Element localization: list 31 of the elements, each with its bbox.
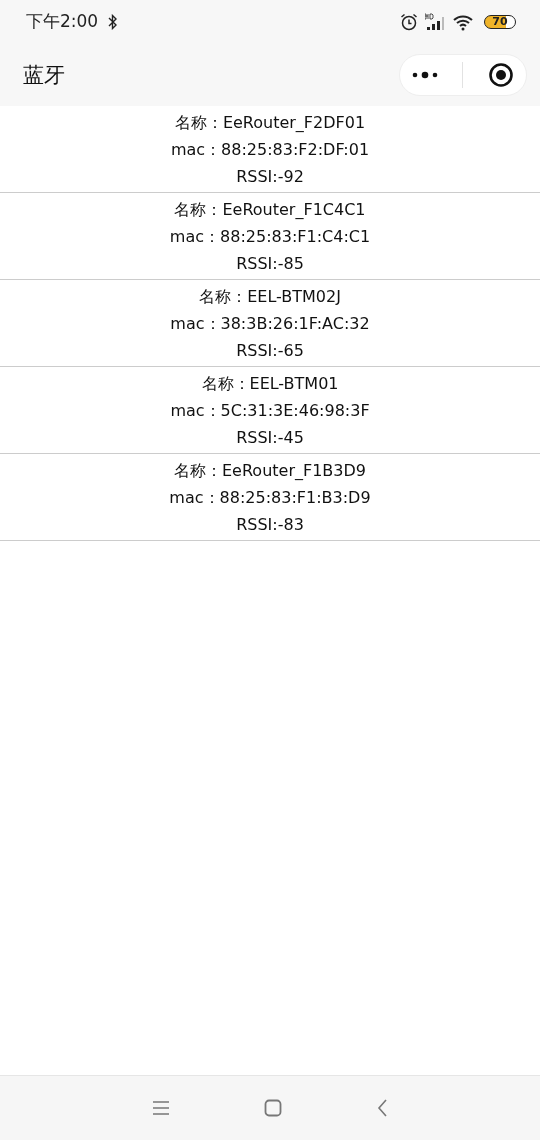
signal-icon [424, 12, 446, 31]
device-rssi: RSSI:-65 [236, 340, 304, 362]
device-item[interactable]: 名称：EeRouter_F2DF01 mac：88:25:83:F2:DF:01 RSSI:-92 [0, 106, 540, 193]
device-name: 名称：EEL-BTM01 [201, 373, 339, 395]
device-rssi: RSSI:-85 [236, 253, 304, 275]
device-mac: mac：88:25:83:F2:DF:01 [170, 139, 370, 161]
device-item[interactable]: 名称：EeRouter_F1B3D9 mac：88:25:83:F1:B3:D9 RSSI:-83 [0, 454, 540, 541]
device-rssi: RSSI:-92 [236, 166, 304, 188]
device-mac: mac：88:25:83:F1:C4:C1 [169, 226, 371, 248]
bluetooth-icon [108, 13, 119, 30]
device-mac: mac：5C:31:3E:46:98:3F [170, 400, 370, 422]
status-time: 下午2:00 [26, 10, 99, 33]
device-name: 名称：EEL-BTM02J [199, 286, 341, 308]
device-name: 名称：EeRouter_F2DF01 [174, 112, 366, 134]
device-name: 名称：EeRouter_F1B3D9 [174, 460, 366, 482]
more-icon[interactable] [412, 69, 439, 80]
wifi-icon [452, 12, 474, 31]
page-title: 蓝牙 [23, 61, 65, 89]
device-item[interactable]: 名称：EEL-BTM01 mac：5C:31:3E:46:98:3F RSSI:-45 [0, 367, 540, 454]
device-item[interactable]: 名称：EeRouter_F1C4C1 mac：88:25:83:F1:C4:C1 RSSI:-85 [0, 193, 540, 280]
device-mac: mac：38:3B:26:1F:AC:32 [170, 313, 370, 335]
close-target-icon[interactable] [487, 61, 514, 88]
device-rssi: RSSI:-83 [236, 514, 304, 536]
device-mac: mac：88:25:83:F1:B3:D9 [169, 487, 371, 509]
back-icon[interactable] [376, 1099, 388, 1117]
home-icon[interactable] [264, 1099, 282, 1117]
device-name: 名称：EeRouter_F1C4C1 [174, 199, 366, 221]
device-item[interactable]: 名称：EEL-BTM02J mac：38:3B:26:1F:AC:32 RSSI:-65 [0, 280, 540, 367]
device-rssi: RSSI:-45 [236, 427, 304, 449]
menu-icon[interactable] [152, 1100, 170, 1116]
alarm-icon [400, 12, 418, 31]
